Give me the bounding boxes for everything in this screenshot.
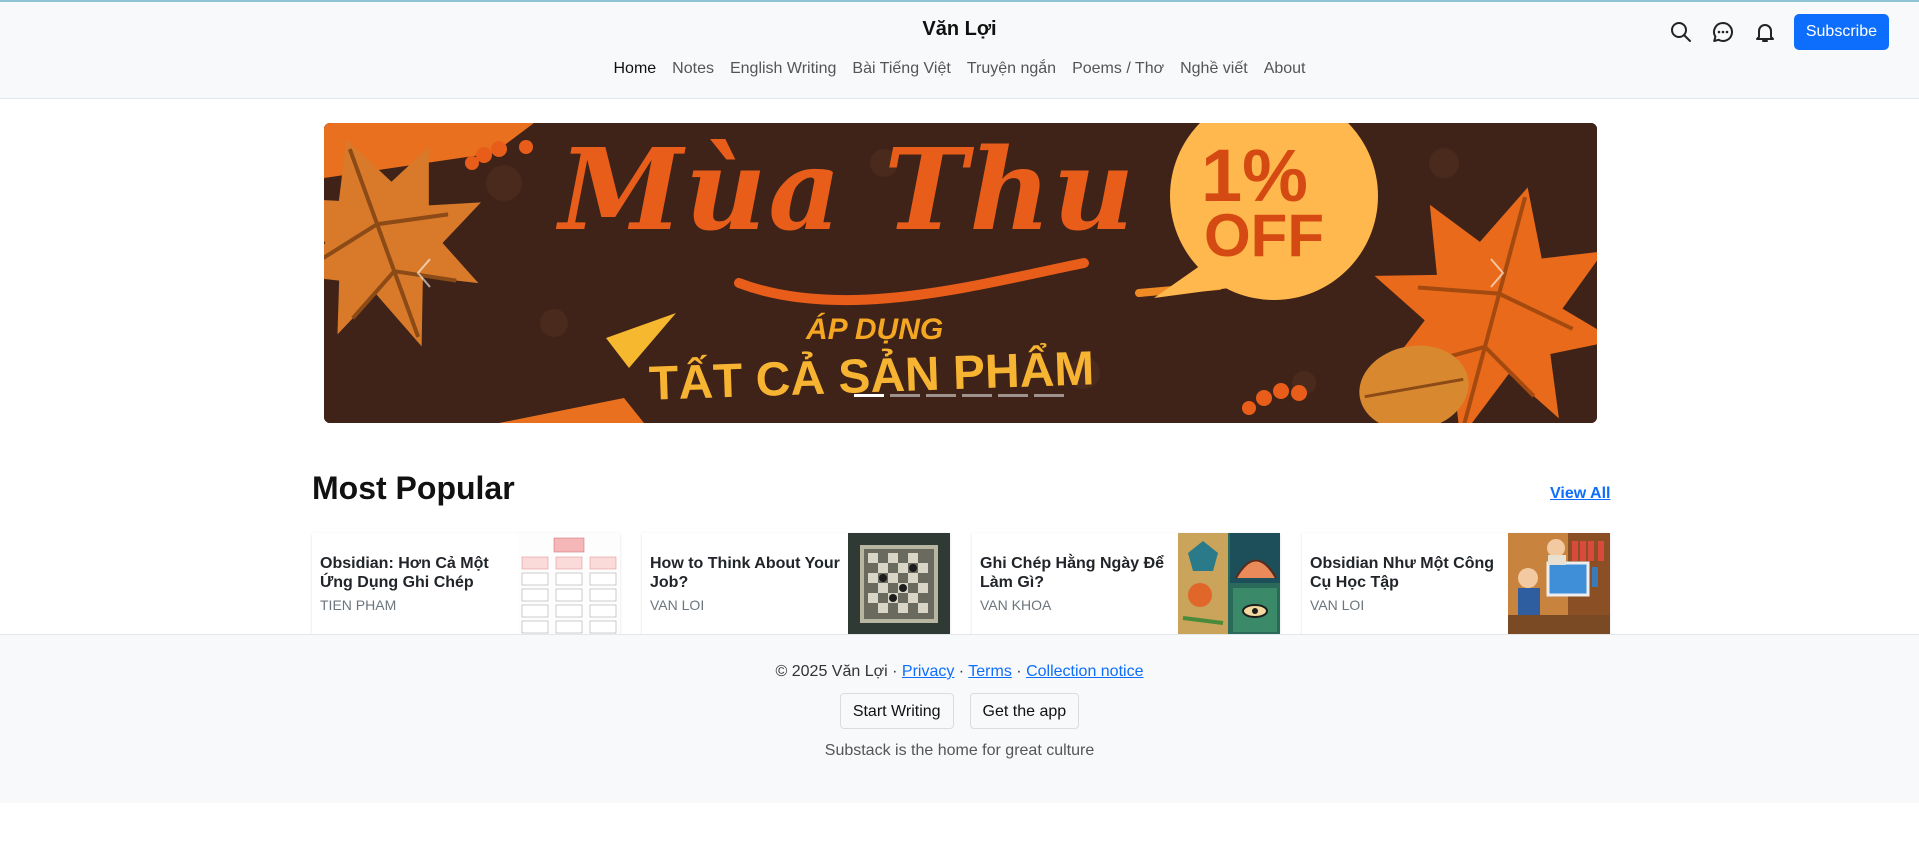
post-author: VAN KHOA bbox=[980, 597, 1052, 613]
popular-posts: Obsidian: Hơn Cả Một Ứng Dụng Ghi Chép T… bbox=[312, 533, 1610, 635]
nav-poems[interactable]: Poems / Thơ bbox=[1072, 60, 1164, 78]
carousel-indicator[interactable] bbox=[1034, 394, 1064, 397]
view-all-link[interactable]: View All bbox=[1550, 485, 1610, 503]
hero-carousel: Mùa Thu 1% OFF ÁP DỤNG TẤT CẢ SẢN PHẨM bbox=[324, 123, 1597, 423]
post-author: TIEN PHAM bbox=[320, 597, 397, 613]
post-thumbnail bbox=[1178, 533, 1280, 635]
footer-links: © 2025 Văn Lợi · Privacy · Terms · Colle… bbox=[0, 663, 1919, 681]
banner-headline: Mùa Thu bbox=[559, 125, 1137, 256]
separator: · bbox=[892, 663, 902, 680]
privacy-link[interactable]: Privacy bbox=[902, 663, 954, 680]
carousel-indicator[interactable] bbox=[854, 394, 884, 397]
copyright: © 2025 Văn Lợi bbox=[775, 663, 888, 680]
carousel-indicator[interactable] bbox=[998, 394, 1028, 397]
carousel-indicator[interactable] bbox=[890, 394, 920, 397]
post-title[interactable]: How to Think About Your Job? bbox=[650, 554, 846, 592]
banner-subtitle: ÁP DỤNG bbox=[806, 313, 944, 346]
chat-icon[interactable] bbox=[1708, 17, 1738, 47]
post-title[interactable]: Ghi Chép Hằng Ngày Để Làm Gì? bbox=[980, 554, 1176, 592]
header-actions: Subscribe bbox=[1666, 14, 1889, 50]
nav-about[interactable]: About bbox=[1264, 60, 1306, 78]
footer-buttons: Start Writing Get the app bbox=[0, 693, 1919, 729]
nav-bai-tieng-viet[interactable]: Bài Tiếng Việt bbox=[852, 60, 950, 78]
post-card[interactable]: Obsidian: Hơn Cả Một Ứng Dụng Ghi Chép T… bbox=[312, 533, 620, 635]
banner-badge-off: OFF bbox=[1204, 202, 1324, 269]
chevron-left-icon bbox=[416, 258, 431, 288]
carousel-prev-button[interactable] bbox=[404, 243, 444, 303]
site-footer: © 2025 Văn Lợi · Privacy · Terms · Colle… bbox=[0, 634, 1919, 803]
carousel-indicator[interactable] bbox=[926, 394, 956, 397]
most-popular-title: Most Popular bbox=[312, 470, 515, 506]
post-thumbnail bbox=[518, 533, 620, 635]
nav-truyen-ngan[interactable]: Truyện ngắn bbox=[967, 60, 1056, 78]
bell-icon[interactable] bbox=[1750, 17, 1780, 47]
post-title[interactable]: Obsidian Như Một Công Cụ Học Tập bbox=[1310, 554, 1506, 592]
site-header: Văn Lợi Home Notes English Writing Bài T… bbox=[0, 2, 1919, 99]
carousel-next-button[interactable] bbox=[1477, 243, 1517, 303]
carousel-indicator[interactable] bbox=[962, 394, 992, 397]
nav-home[interactable]: Home bbox=[613, 60, 656, 78]
start-writing-button[interactable]: Start Writing bbox=[839, 693, 954, 729]
nav-nghe-viet[interactable]: Nghề viết bbox=[1180, 60, 1248, 78]
main-nav: Home Notes English Writing Bài Tiếng Việ… bbox=[0, 60, 1919, 78]
post-author: VAN LOI bbox=[1310, 597, 1365, 613]
post-thumbnail bbox=[1508, 533, 1610, 635]
nav-notes[interactable]: Notes bbox=[672, 60, 714, 78]
chevron-right-icon bbox=[1490, 258, 1505, 288]
carousel-indicators bbox=[854, 394, 1064, 397]
post-title[interactable]: Obsidian: Hơn Cả Một Ứng Dụng Ghi Chép bbox=[320, 554, 516, 592]
subscribe-button[interactable]: Subscribe bbox=[1793, 14, 1889, 50]
footer-tagline: Substack is the home for great culture bbox=[824, 742, 1095, 759]
post-card[interactable]: Ghi Chép Hằng Ngày Để Làm Gì? VAN KHOA bbox=[972, 533, 1280, 635]
search-icon[interactable] bbox=[1666, 17, 1696, 47]
separator: · bbox=[1016, 663, 1027, 680]
post-thumbnail bbox=[848, 533, 950, 635]
terms-link[interactable]: Terms bbox=[968, 663, 1012, 680]
site-title[interactable]: Văn Lợi bbox=[0, 18, 1919, 41]
post-card[interactable]: Obsidian Như Một Công Cụ Học Tập VAN LOI bbox=[1302, 533, 1610, 635]
post-card[interactable]: How to Think About Your Job? VAN LOI bbox=[642, 533, 950, 635]
collection-notice-link[interactable]: Collection notice bbox=[1026, 663, 1143, 680]
separator: · bbox=[958, 663, 969, 680]
post-author: VAN LOI bbox=[650, 597, 705, 613]
nav-english-writing[interactable]: English Writing bbox=[730, 60, 836, 78]
get-app-button[interactable]: Get the app bbox=[969, 693, 1080, 729]
